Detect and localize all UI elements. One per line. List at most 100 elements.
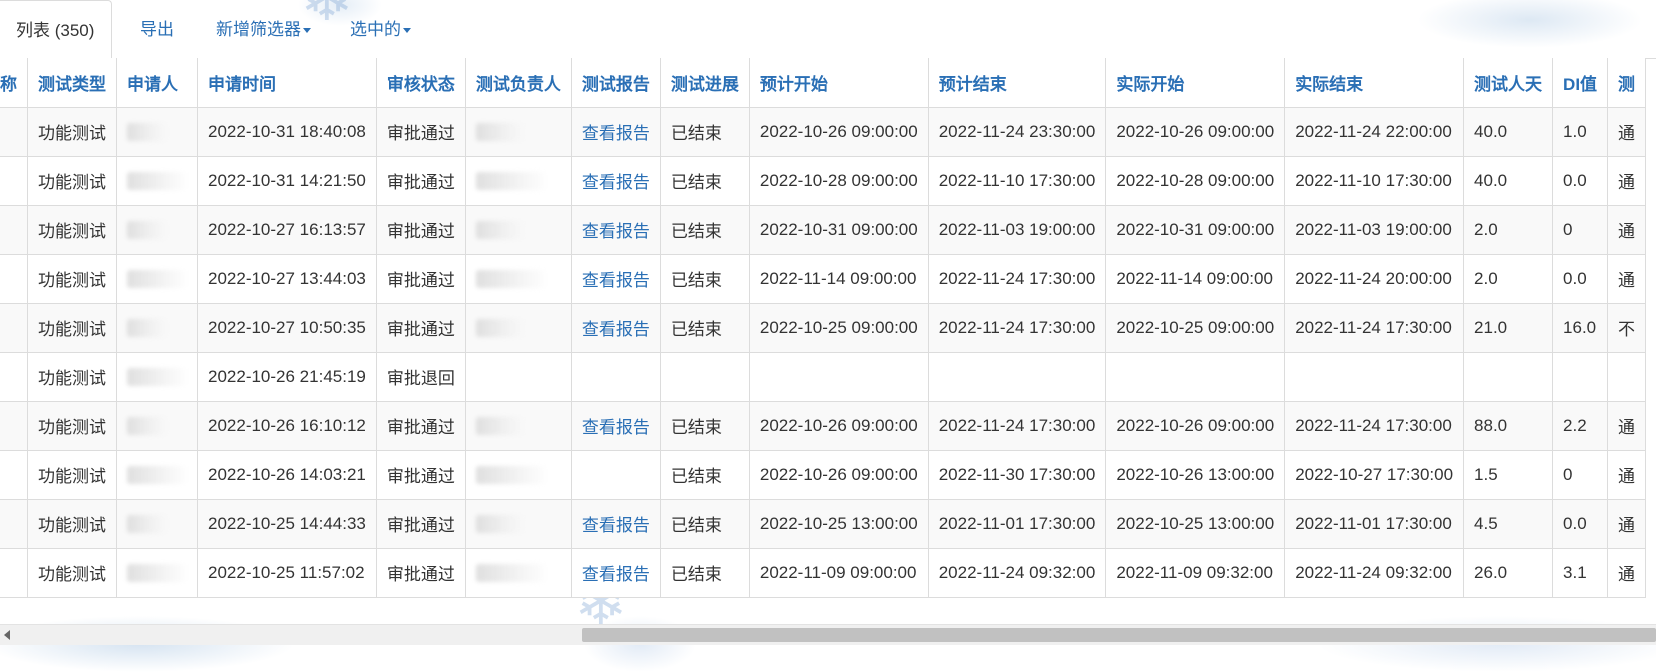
column-header[interactable]: 测 bbox=[1607, 58, 1647, 108]
column-header[interactable]: 实际结束 bbox=[1284, 58, 1465, 108]
table-cell: 2022-10-26 09:00:00 bbox=[1105, 107, 1286, 157]
table-cell: 2022-10-26 21:45:19 bbox=[197, 352, 377, 402]
table-cell: 2022-10-26 14:03:21 bbox=[197, 450, 377, 500]
page: ❄ ❄ 列表 (350) 导出 新增筛选器 选中的 称测试类型申请人申请时间审核… bbox=[0, 0, 1656, 672]
table-cell: 已结束 bbox=[660, 401, 750, 451]
table-row[interactable]: 功能测试 2022-10-25 11:57:02 审批通过 查看报告 已结束 2022-1… bbox=[0, 548, 1647, 598]
table-cell: 审批通过 bbox=[376, 107, 466, 157]
table-row[interactable]: 功能测试 2022-10-26 16:10:12 审批通过 查看报告 已结束 2022-1… bbox=[0, 401, 1647, 451]
table-cell bbox=[1463, 352, 1554, 402]
column-header[interactable]: 测试人天 bbox=[1463, 58, 1554, 108]
table-cell: 2022-11-24 17:30:00 bbox=[928, 254, 1107, 304]
table-cell bbox=[116, 499, 198, 549]
table-cell: 审批通过 bbox=[376, 205, 466, 255]
redacted-name bbox=[127, 172, 187, 191]
view-report-link[interactable]: 查看报告 bbox=[571, 254, 661, 304]
table-cell bbox=[749, 352, 929, 402]
column-header[interactable]: 测试报告 bbox=[571, 58, 661, 108]
table-row[interactable]: 功能测试 2022-10-27 16:13:57 审批通过 查看报告 已结束 2022-1… bbox=[0, 205, 1647, 255]
table-cell bbox=[116, 254, 198, 304]
view-report-link[interactable]: 查看报告 bbox=[571, 303, 661, 353]
column-header[interactable]: 审核状态 bbox=[376, 58, 466, 108]
table-cell: 0 bbox=[1552, 205, 1609, 255]
table-cell: 功能测试 bbox=[27, 205, 117, 255]
table-row[interactable]: 功能测试 2022-10-27 10:50:35 审批通过 查看报告 已结束 2022-1… bbox=[0, 303, 1647, 353]
redacted-name bbox=[127, 368, 187, 387]
horizontal-scrollbar[interactable] bbox=[0, 624, 1656, 645]
column-header[interactable]: 预计开始 bbox=[749, 58, 929, 108]
table-cell: 2.0 bbox=[1463, 254, 1554, 304]
table-cell: 2022-11-03 19:00:00 bbox=[928, 205, 1107, 255]
tab-add-filter[interactable]: 新增筛选器 bbox=[200, 0, 327, 58]
column-header[interactable]: 申请人 bbox=[116, 58, 198, 108]
table-cell: 审批通过 bbox=[376, 548, 466, 598]
table-cell: 已结束 bbox=[660, 450, 750, 500]
table-cell bbox=[1607, 352, 1647, 402]
table-cell bbox=[465, 254, 572, 304]
column-header[interactable]: 申请时间 bbox=[197, 58, 377, 108]
table-cell: 2022-11-03 19:00:00 bbox=[1284, 205, 1465, 255]
table-cell: 功能测试 bbox=[27, 401, 117, 451]
table-cell: 4.5 bbox=[1463, 499, 1554, 549]
table-row[interactable]: 功能测试 2022-10-25 14:44:33 审批通过 查看报告 已结束 2022-1… bbox=[0, 499, 1647, 549]
column-header[interactable]: 称 bbox=[0, 58, 28, 108]
table-cell: 2022-10-28 09:00:00 bbox=[749, 156, 929, 206]
caret-down-icon bbox=[403, 28, 411, 34]
tab-export[interactable]: 导出 bbox=[124, 0, 190, 58]
table-cell: 2022-11-01 17:30:00 bbox=[928, 499, 1107, 549]
table-cell: 2022-10-26 13:00:00 bbox=[1105, 450, 1286, 500]
table-cell bbox=[465, 401, 572, 451]
table-row[interactable]: 功能测试 2022-10-27 13:44:03 审批通过 查看报告 已结束 2022-1… bbox=[0, 254, 1647, 304]
table-cell: 2022-10-26 09:00:00 bbox=[749, 401, 929, 451]
view-report-link[interactable]: 查看报告 bbox=[571, 548, 661, 598]
scrollbar-thumb[interactable] bbox=[582, 628, 1656, 642]
view-report-link[interactable]: 查看报告 bbox=[571, 499, 661, 549]
redacted-name bbox=[475, 221, 524, 240]
table-cell: 2022-10-27 17:30:00 bbox=[1284, 450, 1465, 500]
tab-selected[interactable]: 选中的 bbox=[334, 0, 427, 58]
table-cell bbox=[1552, 352, 1609, 402]
table-cell bbox=[0, 450, 28, 500]
table-cell: 2022-10-25 09:00:00 bbox=[749, 303, 929, 353]
table-row[interactable]: 功能测试 2022-10-26 14:03:21 审批通过 已结束 2022-10-26… bbox=[0, 450, 1647, 500]
table-cell: 0.0 bbox=[1552, 156, 1609, 206]
view-report-link[interactable]: 查看报告 bbox=[571, 107, 661, 157]
view-report-link[interactable]: 查看报告 bbox=[571, 156, 661, 206]
table-cell: 审批通过 bbox=[376, 156, 466, 206]
table-cell bbox=[116, 205, 198, 255]
table-cell: 审批通过 bbox=[376, 254, 466, 304]
tab-list-label: 列表 (350) bbox=[16, 21, 95, 40]
view-report-link[interactable]: 查看报告 bbox=[571, 205, 661, 255]
table-row[interactable]: 功能测试 2022-10-31 14:21:50 审批通过 查看报告 已结束 2022-1… bbox=[0, 156, 1647, 206]
column-header[interactable]: 测试进展 bbox=[660, 58, 750, 108]
table-cell: 2022-11-24 23:30:00 bbox=[928, 107, 1107, 157]
table-cell: 通 bbox=[1607, 499, 1647, 549]
table-cell: 审批通过 bbox=[376, 450, 466, 500]
table-cell bbox=[465, 156, 572, 206]
table-row[interactable]: 功能测试 2022-10-31 18:40:08 审批通过 查看报告 已结束 2022-1… bbox=[0, 107, 1647, 157]
redacted-name bbox=[127, 515, 167, 534]
tab-list[interactable]: 列表 (350) bbox=[0, 0, 112, 59]
column-header[interactable]: 实际开始 bbox=[1105, 58, 1286, 108]
column-header[interactable]: 预计结束 bbox=[928, 58, 1107, 108]
table-cell: 0 bbox=[1552, 450, 1609, 500]
table-cell: 不 bbox=[1607, 303, 1647, 353]
table-cell bbox=[116, 401, 198, 451]
table-cell bbox=[116, 156, 198, 206]
table-cell: 2022-10-25 11:57:02 bbox=[197, 548, 377, 598]
table-cell bbox=[1105, 352, 1286, 402]
column-header[interactable]: 测试类型 bbox=[27, 58, 117, 108]
table-cell: 功能测试 bbox=[27, 450, 117, 500]
table-cell bbox=[660, 352, 750, 402]
tab-export-label: 导出 bbox=[140, 20, 174, 39]
table-cell: 2022-10-27 16:13:57 bbox=[197, 205, 377, 255]
table-cell: 2022-11-24 17:30:00 bbox=[928, 303, 1107, 353]
column-header[interactable]: 测试负责人 bbox=[465, 58, 572, 108]
view-report-link[interactable]: 查看报告 bbox=[571, 401, 661, 451]
scroll-left-arrow-icon[interactable] bbox=[4, 630, 10, 640]
table-header-row: 称测试类型 申请人 申请时间 审核状态 测试负责人 测试报告 测试进展 预计开始 预计结束 实际开… bbox=[0, 58, 1647, 108]
column-header[interactable]: DI值 bbox=[1552, 58, 1609, 108]
redacted-name bbox=[475, 515, 524, 534]
table-row[interactable]: 功能测试 2022-10-26 21:45:19 审批退回 bbox=[0, 352, 1647, 402]
table-cell: 26.0 bbox=[1463, 548, 1554, 598]
